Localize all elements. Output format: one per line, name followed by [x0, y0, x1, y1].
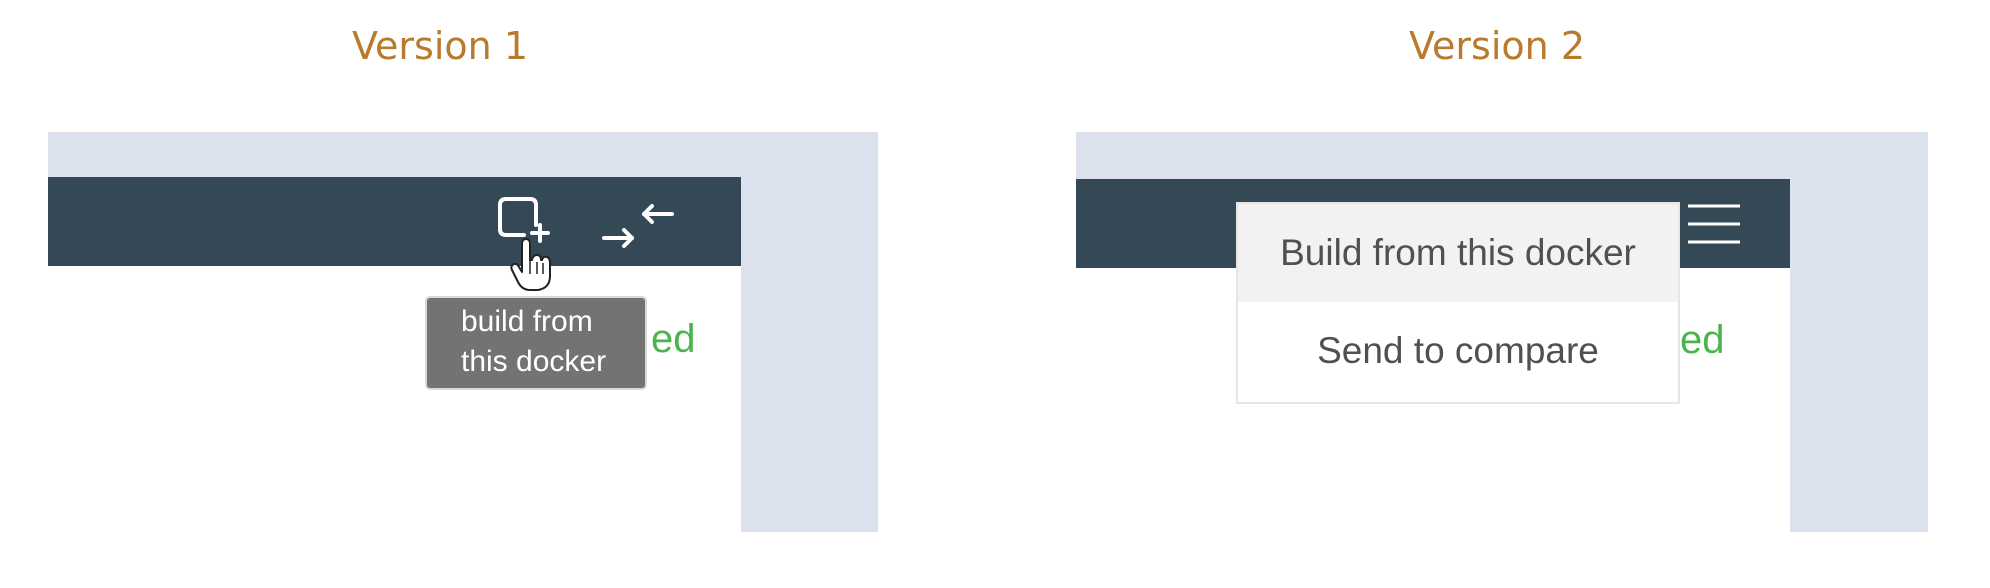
version-2-panel: ed Build from this docker Send to compar…: [1076, 132, 1928, 532]
hamburger-menu-icon[interactable]: [1686, 202, 1742, 246]
hand-pointer-icon: [510, 238, 551, 291]
tooltip-line-1: build from: [461, 305, 593, 338]
version-1-title: Version 1: [352, 24, 528, 68]
menu-item-send-to-compare[interactable]: Send to compare: [1238, 302, 1678, 400]
status-text-fragment: ed: [651, 317, 696, 361]
tooltip: build from this docker: [425, 296, 647, 390]
version-2-title: Version 2: [1409, 24, 1585, 68]
version-1-panel: ed build from this docker: [48, 132, 878, 532]
status-text-fragment: ed: [1680, 318, 1725, 362]
menu-item-build[interactable]: Build from this docker: [1238, 204, 1678, 302]
dropdown-menu: Build from this docker Send to compare: [1236, 202, 1680, 404]
compare-arrows-icon[interactable]: [600, 202, 676, 252]
tooltip-line-2: this docker: [461, 345, 607, 378]
